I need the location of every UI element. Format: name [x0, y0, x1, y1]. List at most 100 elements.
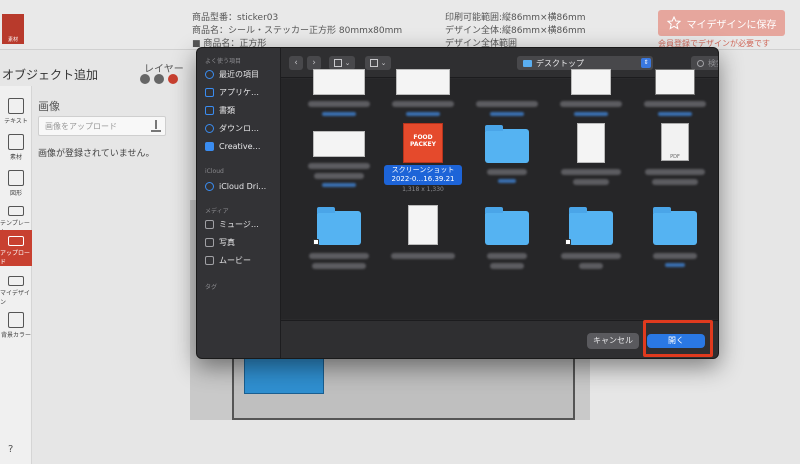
tool-bg-color[interactable]: 背景カラー: [0, 306, 32, 342]
file-grid: FOOD PACKEY スクリーンショット 2022-0…16.39.21 1,…: [281, 69, 718, 319]
blurred-filename: [392, 101, 454, 107]
blurred-fileinfo: [658, 112, 692, 116]
sidebar-item-downloads[interactable]: ダウンロ…: [205, 121, 279, 135]
pdf-file-item[interactable]: PDF: [635, 119, 715, 199]
sidebar-item-movies[interactable]: ムービー: [205, 253, 279, 267]
folder-icon: [485, 207, 529, 245]
file-item[interactable]: [467, 48, 547, 119]
upload-placeholder: 画像をアップロード: [45, 122, 117, 131]
folder-item[interactable]: [635, 201, 715, 281]
sidebar-item-applications[interactable]: アプリケ…: [205, 85, 279, 99]
brush-icon: [8, 134, 24, 150]
info-icon[interactable]: [140, 74, 150, 84]
screenshot-thumb: [313, 69, 365, 95]
save-my-design-button[interactable]: マイデザインに保存: [658, 10, 785, 36]
screenshot-thumb: [396, 69, 450, 95]
cancel-button[interactable]: キャンセル: [587, 333, 639, 349]
file-item[interactable]: [635, 48, 715, 119]
file-item[interactable]: [299, 48, 379, 119]
screenshot-thumb: [571, 69, 611, 95]
file-item[interactable]: [299, 119, 379, 199]
image-dimensions: 1,318 x 1,330: [402, 186, 444, 193]
blurred-filename: [487, 253, 527, 259]
clock-icon: [205, 69, 214, 79]
camera-icon: [205, 237, 214, 247]
selected-filename: スクリーンショット 2022-0…16.39.21: [384, 165, 462, 185]
folder-icon: [569, 207, 613, 245]
media-heading: メディア: [205, 208, 229, 215]
product-code: 商品型番：sticker03: [192, 13, 279, 23]
lock-icon[interactable]: [168, 74, 178, 84]
blurred-filename: [308, 163, 370, 169]
food-packey-thumb: FOOD PACKEY: [403, 123, 443, 163]
tool-sidebar: テキスト 素材 図形 テンプレート アップロード マイデザイン 背景カラー: [0, 86, 32, 464]
selected-file-item[interactable]: FOOD PACKEY スクリーンショット 2022-0…16.39.21 1,…: [383, 119, 463, 199]
blurred-filename: [391, 253, 455, 259]
tool-material[interactable]: 素材: [0, 128, 32, 164]
folder-item[interactable]: [551, 201, 631, 281]
design-total: デザイン全体:縦86mm×横86mm: [445, 26, 586, 36]
upload-icon: [8, 236, 24, 246]
tool-shape[interactable]: 図形: [0, 164, 32, 200]
document-icon: [205, 105, 214, 115]
help-button[interactable]: ?: [8, 444, 13, 455]
pdf-icon: PDF: [661, 123, 689, 161]
blurred-filename: [645, 169, 705, 175]
file-item[interactable]: [383, 201, 463, 281]
screenshot-thumb: [655, 69, 695, 95]
shape-icon: [8, 170, 24, 186]
file-item[interactable]: [383, 48, 463, 119]
upload-arrow-icon: [151, 120, 161, 132]
folder-icon: [653, 207, 697, 245]
folder-icon: [317, 207, 361, 245]
sidebar-item-icloud-drive[interactable]: iCloud Dri…: [205, 179, 279, 193]
editor-header: 素材 商品型番：sticker03 商品名：シール・ステッカー正方形 80mmx…: [0, 0, 800, 50]
logo-text: 素材: [7, 37, 18, 43]
folder-icon: [205, 141, 214, 151]
product-name: 商品名：シール・ステッカー正方形 80mmx80mm: [192, 26, 403, 36]
blurred-filename: [579, 263, 603, 269]
blurred-filename: [560, 101, 622, 107]
blurred-fileinfo: [322, 183, 356, 187]
eye-icon[interactable]: [154, 74, 164, 84]
file-item[interactable]: [551, 48, 631, 119]
product-info: 商品型番：sticker03 商品名：シール・ステッカー正方形 80mmx80m…: [192, 12, 402, 51]
blurred-filename: [561, 253, 621, 259]
open-button-highlight: [643, 320, 713, 357]
filename-line2: 2022-0…16.39.21: [391, 175, 455, 183]
image-upload-field[interactable]: 画像をアップロード: [38, 116, 166, 136]
tool-text[interactable]: テキスト: [0, 92, 32, 128]
layer-label[interactable]: レイヤー: [144, 60, 184, 75]
sidebar-item-photos[interactable]: 写真: [205, 235, 279, 249]
blurred-fileinfo: [406, 112, 440, 116]
print-info: 印刷可能範囲:縦86mm×横86mm デザイン全体:縦86mm×横86mm デザ…: [445, 12, 586, 51]
sidebar-item-documents[interactable]: 書類: [205, 103, 279, 117]
print-range: 印刷可能範囲:縦86mm×横86mm: [445, 13, 586, 23]
film-icon: [205, 255, 214, 265]
file-open-dialog: よく使う項目 最近の項目 アプリケ… 書類 ダウンロ… Creative… iC…: [196, 47, 719, 359]
tool-upload[interactable]: アップロード: [0, 230, 32, 266]
file-item[interactable]: [551, 119, 631, 199]
panel-title: オブジェクト追加: [2, 68, 99, 82]
sidebar-item-creative[interactable]: Creative…: [205, 139, 279, 153]
blurred-fileinfo: [498, 179, 516, 183]
folder-item[interactable]: [467, 201, 547, 281]
star-icon: [666, 16, 681, 30]
cloud-icon: [205, 181, 214, 191]
empty-image-message: 画像が登録されていません。: [38, 149, 155, 159]
canvas-object[interactable]: [244, 358, 324, 394]
blurred-filename: [652, 179, 698, 185]
folder-item[interactable]: [299, 201, 379, 281]
screenshot-thumb: [313, 131, 365, 157]
blurred-filename: [476, 101, 538, 107]
blurred-fileinfo: [665, 263, 685, 267]
document-thumb: [408, 205, 438, 245]
alias-arrow-icon: [565, 239, 571, 245]
folder-item[interactable]: [467, 119, 547, 199]
blurred-filename: [644, 101, 706, 107]
folder-icon: [485, 125, 529, 163]
sidebar-item-recents[interactable]: 最近の項目: [205, 67, 279, 81]
sidebar-item-music[interactable]: ミュージ…: [205, 217, 279, 231]
tool-my-design[interactable]: マイデザイン: [0, 270, 32, 306]
blurred-filename: [573, 179, 609, 185]
